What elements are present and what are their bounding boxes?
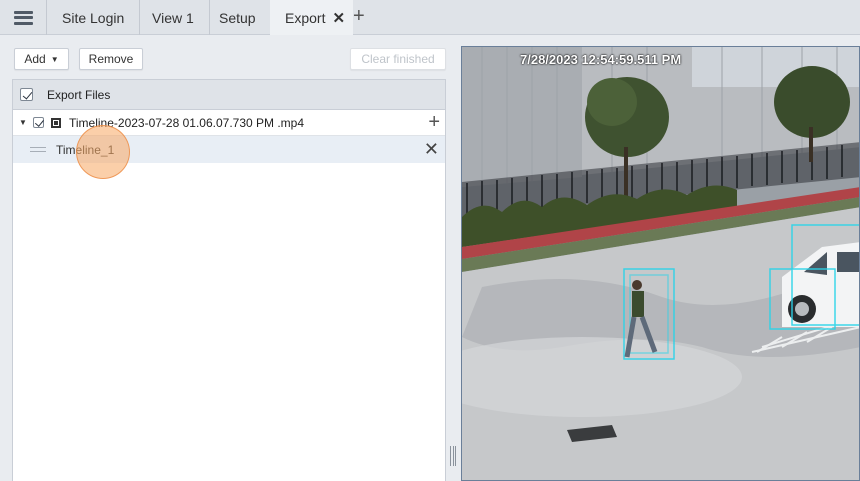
tab-site-login[interactable]: Site Login [47, 0, 141, 35]
segment-name: Timeline_1 [56, 142, 115, 157]
plus-icon[interactable]: + [353, 6, 365, 26]
remove-button-label: Remove [88, 52, 134, 66]
select-all-checkbox[interactable] [20, 88, 33, 101]
plus-icon[interactable]: + [428, 112, 440, 132]
tab-setup[interactable]: Setup [204, 0, 272, 35]
file-checkbox[interactable] [33, 117, 44, 128]
remove-button[interactable]: Remove [79, 48, 143, 70]
export-file-row[interactable]: ▼ Timeline-2023-07-28 01.06.07.730 PM .m… [13, 110, 445, 136]
close-icon[interactable]: ✕ [332, 9, 345, 27]
export-files-header: Export Files [13, 80, 445, 110]
tab-label: Export [285, 9, 326, 26]
tab-export[interactable]: Export ✕ [270, 0, 354, 35]
clear-finished-label: Clear finished [361, 52, 435, 66]
splitter-grip-icon[interactable] [450, 446, 456, 466]
export-files-panel: Export Files ▼ Timeline-2023-07-28 01.06… [12, 79, 446, 481]
clear-finished-button[interactable]: Clear finished [350, 48, 446, 70]
add-button[interactable]: Add ▼ [14, 48, 69, 70]
drag-handle-icon[interactable] [30, 147, 46, 152]
video-preview[interactable]: 7/28/2023 12:54:59.511 PM [461, 46, 860, 481]
hamburger-menu-icon [13, 10, 33, 25]
export-files-title: Export Files [47, 87, 111, 102]
tab-label: View 1 [152, 9, 194, 26]
film-icon [51, 117, 61, 128]
camera-frame [462, 47, 859, 480]
add-button-label: Add [24, 52, 46, 66]
tab-bar: Site Login View 1 Setup Export ✕ + [0, 0, 860, 35]
caret-down-icon: ▼ [50, 54, 59, 64]
timeline-segment-row[interactable]: Timeline_1 ✕ [13, 136, 445, 163]
caret-down-icon[interactable]: ▼ [19, 118, 27, 127]
main-menu-button[interactable] [0, 0, 47, 35]
close-icon[interactable]: ✕ [424, 139, 439, 159]
tab-view-1[interactable]: View 1 [137, 0, 210, 35]
panel-splitter[interactable] [447, 45, 461, 481]
file-name: Timeline-2023-07-28 01.06.07.730 PM .mp4 [69, 115, 305, 130]
tab-label: Setup [219, 9, 256, 26]
tab-label: Site Login [62, 9, 125, 26]
video-timestamp: 7/28/2023 12:54:59.511 PM [520, 52, 682, 67]
